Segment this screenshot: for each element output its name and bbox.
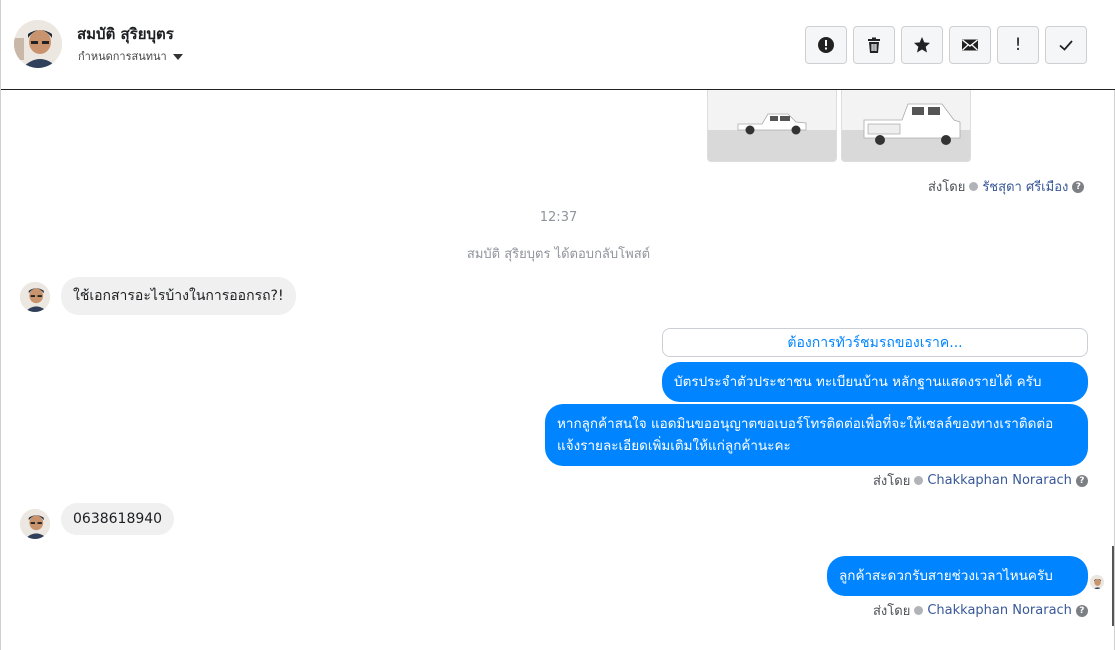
sent-by-name[interactable]: รัชสุดา ศรีเมือง — [982, 176, 1068, 197]
help-icon[interactable]: ? — [1072, 180, 1085, 193]
check-icon — [1059, 40, 1073, 51]
sent-by-name[interactable]: Chakkaphan Norarach — [927, 473, 1072, 488]
star-icon — [914, 37, 930, 53]
page-icon — [969, 182, 979, 191]
page-icon — [914, 476, 924, 485]
mail-icon — [962, 39, 978, 51]
avatar[interactable] — [20, 509, 50, 539]
avatar[interactable] — [20, 282, 50, 312]
avatar-image — [20, 282, 50, 312]
incoming-message: 0638618940 — [61, 503, 175, 535]
assign-label: กำหนดการสนทนา — [78, 50, 167, 63]
done-button[interactable] — [1045, 26, 1087, 64]
sent-by-name[interactable]: Chakkaphan Norarach — [927, 603, 1072, 618]
message-timestamp: 12:37 — [539, 210, 578, 225]
caret-down-icon — [172, 53, 183, 60]
trash-icon — [868, 37, 880, 53]
scrollbar[interactable] — [1112, 546, 1114, 626]
quick-reply-button[interactable]: ต้องการทัวร์ชมรถของเราค... — [662, 328, 1088, 357]
messenger-window: สมบัติ สุริยบุตร กำหนดการสนทนา ! ส่งโดย … — [0, 0, 1115, 650]
delete-button[interactable] — [853, 26, 895, 64]
shared-post-images — [707, 90, 971, 162]
sent-by-info: ส่งโดย Chakkaphan Norarach ? — [873, 470, 1088, 491]
unread-button[interactable] — [949, 26, 991, 64]
help-icon[interactable]: ? — [1075, 604, 1088, 617]
sent-by-label: ส่งโดย — [873, 474, 911, 489]
toolbar: ! — [805, 26, 1087, 64]
spam-button[interactable] — [805, 26, 847, 64]
sent-by-label: ส่งโดย — [928, 180, 966, 195]
seen-avatar — [1090, 575, 1104, 589]
sent-by-label: ส่งโดย — [873, 604, 911, 619]
follow-up-button[interactable]: ! — [997, 26, 1039, 64]
avatar-image — [14, 20, 62, 68]
conversation-header: สมบัติ สุริยบุตร กำหนดการสนทนา ! — [1, 0, 1115, 90]
help-icon[interactable]: ? — [1075, 474, 1088, 487]
avatar-image — [20, 509, 50, 539]
incoming-message: ใช้เอกสารอะไรบ้างในการออกรถ?! — [61, 277, 296, 315]
truck-image[interactable] — [707, 90, 837, 162]
avatar[interactable] — [14, 20, 62, 68]
star-button[interactable] — [901, 26, 943, 64]
outgoing-message: หากลูกค้าสนใจ แอดมินขออนุญาตขอเบอร์โทรติ… — [545, 404, 1088, 466]
post-reply-notice: สมบัติ สุริยบุตร ได้ตอบกลับโพสต์ — [466, 247, 651, 262]
alert-circle-icon — [818, 37, 834, 53]
truck-side-image — [708, 90, 836, 161]
outgoing-message: ลูกค้าสะดวกรับสายช่วงเวลาไหนครับ — [827, 556, 1088, 596]
sent-by-info: ส่งโดย Chakkaphan Norarach ? — [873, 600, 1088, 621]
avatar-image — [1090, 576, 1104, 589]
contact-name[interactable]: สมบัติ สุริยบุตร — [77, 22, 174, 46]
assign-conversation-dropdown[interactable]: กำหนดการสนทนา — [78, 47, 183, 65]
outgoing-message: บัตรประจำตัวประชาชน ทะเบียนบ้าน หลักฐานแ… — [662, 362, 1088, 402]
sent-by-info: ส่งโดย รัชสุดา ศรีเมือง ? — [928, 176, 1085, 197]
exclamation-icon: ! — [1014, 35, 1022, 55]
truck-image[interactable] — [841, 90, 971, 162]
truck-rear-image — [842, 90, 970, 161]
page-icon — [914, 606, 924, 615]
